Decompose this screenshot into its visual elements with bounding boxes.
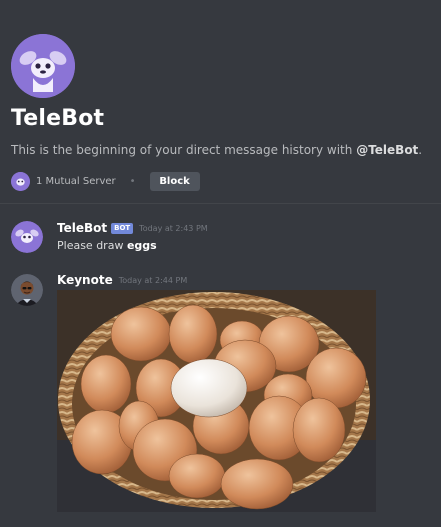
- conversation-intro-text: This is the beginning of your direct mes…: [11, 143, 422, 157]
- author-name[interactable]: Keynote: [57, 273, 113, 287]
- keynote-message-avatar[interactable]: [11, 274, 43, 306]
- mutual-server-row: 1 Mutual Server • Block: [11, 171, 200, 191]
- mutual-server-icon[interactable]: [11, 171, 30, 191]
- message-timestamp: Today at 2:43 PM: [139, 223, 208, 233]
- intro-prefix: This is the beginning of your direct mes…: [11, 143, 357, 157]
- history-divider: [0, 203, 441, 204]
- bot-tag: BOT: [111, 222, 134, 234]
- block-button[interactable]: Block: [149, 171, 200, 191]
- message-header: Keynote Today at 2:44 PM: [57, 273, 187, 287]
- author-name[interactable]: TeleBot: [57, 221, 107, 235]
- telebot-profile-avatar[interactable]: [11, 34, 75, 98]
- image-attachment[interactable]: [57, 290, 376, 512]
- message-text-prefix: Please draw: [57, 239, 127, 252]
- message-text-bold: eggs: [126, 239, 157, 252]
- page-title: TeleBot: [11, 106, 105, 131]
- separator-dot: •: [129, 175, 136, 187]
- message-text: Please draw eggs: [57, 239, 157, 252]
- mutual-server-count[interactable]: 1 Mutual Server: [36, 176, 116, 187]
- user-mention[interactable]: @TeleBot: [356, 143, 418, 157]
- telebot-message-avatar[interactable]: [11, 221, 43, 253]
- message-timestamp: Today at 2:44 PM: [118, 275, 188, 285]
- intro-suffix: .: [418, 143, 423, 157]
- message-header: TeleBot BOT Today at 2:43 PM: [57, 221, 208, 235]
